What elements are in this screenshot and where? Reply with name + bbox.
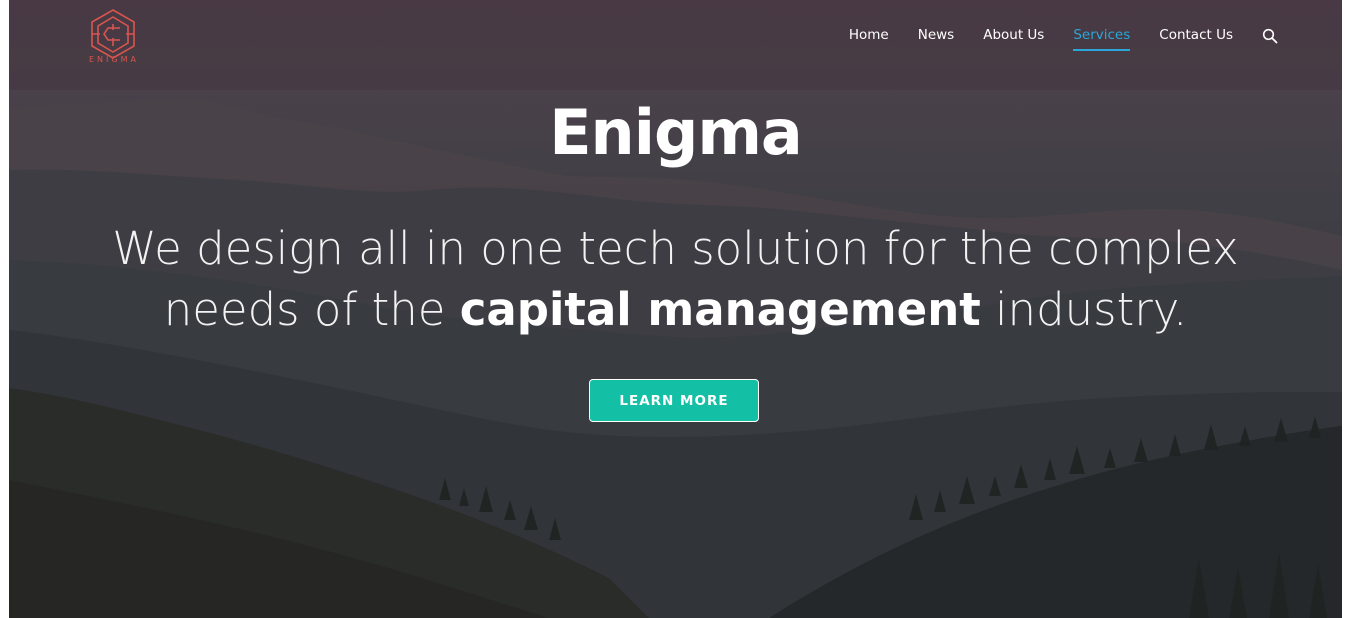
nav-services[interactable]: Services	[1073, 27, 1131, 51]
hero-section: ENIGMA Home News About Us Services Conta…	[9, 0, 1342, 618]
nav-home[interactable]: Home	[849, 27, 889, 51]
nav-contact-us[interactable]: Contact Us	[1159, 27, 1233, 51]
learn-more-button[interactable]: LEARN MORE	[589, 379, 759, 422]
tagline-line-2: needs of the capital management industry…	[9, 279, 1342, 340]
main-navigation: Home News About Us Services Contact Us	[820, 27, 1278, 51]
nav-news[interactable]: News	[918, 27, 954, 51]
tagline-highlight: capital management	[459, 283, 981, 336]
hero-tagline: We design all in one tech solution for t…	[9, 218, 1342, 340]
nav-about-us[interactable]: About Us	[983, 27, 1044, 51]
tagline-line-2-end: industry.	[980, 283, 1188, 336]
logo-wordmark: ENIGMA	[89, 55, 139, 64]
tagline-line-2-start: needs of the	[163, 283, 460, 336]
search-icon[interactable]	[1262, 28, 1278, 44]
hero-title: Enigma	[549, 96, 803, 169]
tagline-line-1: We design all in one tech solution for t…	[112, 222, 1239, 275]
